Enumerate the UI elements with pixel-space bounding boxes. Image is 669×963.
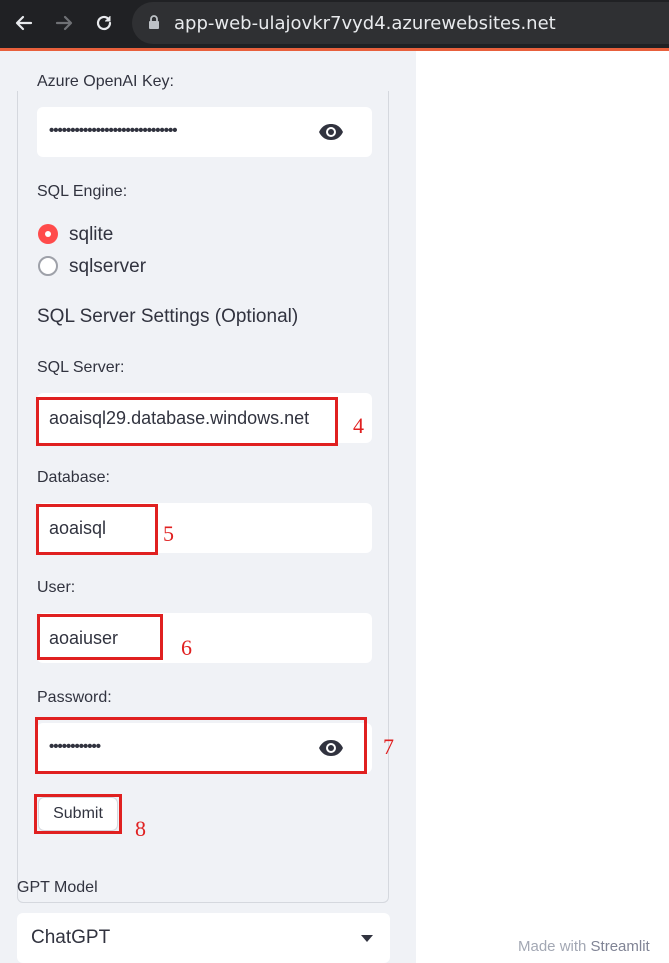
footer-prefix: Made with xyxy=(518,938,587,955)
password-label: Password: xyxy=(37,689,112,706)
url-text: app-web-ulajovkr7vyd4.azurewebsites.net xyxy=(174,13,556,34)
radio-sqlite-label[interactable]: sqlite xyxy=(69,224,113,246)
address-bar[interactable]: app-web-ulajovkr7vyd4.azurewebsites.net xyxy=(132,2,669,44)
radio-sqlserver[interactable] xyxy=(38,256,58,276)
annotation-number-6: 6 xyxy=(181,635,192,660)
sql-settings-title: SQL Server Settings (Optional) xyxy=(37,306,299,327)
annotation-box-submit xyxy=(34,794,122,834)
annotation-box-database xyxy=(36,504,158,555)
footer-brand-link[interactable]: Streamlit xyxy=(591,938,650,955)
eye-icon[interactable] xyxy=(318,123,344,141)
annotation-number-7: 7 xyxy=(383,734,394,759)
browser-toolbar: app-web-ulajovkr7vyd4.azurewebsites.net xyxy=(0,0,669,48)
annotation-number-5: 5 xyxy=(163,521,174,546)
annotation-box-user xyxy=(37,614,163,660)
radio-sqlserver-label[interactable]: sqlserver xyxy=(69,256,146,278)
annotation-box-sql-server xyxy=(36,397,338,446)
forward-arrow-icon[interactable] xyxy=(51,10,77,36)
gpt-model-value: ChatGPT xyxy=(31,927,111,948)
user-label: User: xyxy=(37,579,76,596)
annotation-number-4: 4 xyxy=(353,413,364,438)
settings-form xyxy=(17,91,389,903)
chevron-down-icon[interactable] xyxy=(361,935,373,942)
annotation-number-8: 8 xyxy=(135,816,146,841)
radio-sqlite[interactable] xyxy=(38,224,58,244)
sql-engine-label: SQL Engine: xyxy=(37,183,128,200)
footer: Made with Streamlit xyxy=(518,938,650,955)
openai-key-label: Azure OpenAI Key: xyxy=(37,73,174,90)
gpt-model-label: GPT Model xyxy=(17,879,98,896)
sql-server-label: SQL Server: xyxy=(37,359,125,376)
openai-key-input[interactable]: •••••••••••••••••••••••••••••• xyxy=(37,107,372,157)
gpt-model-select[interactable]: ChatGPT xyxy=(17,913,390,963)
annotation-box-password xyxy=(35,717,367,774)
reload-icon[interactable] xyxy=(91,10,117,36)
back-arrow-icon[interactable] xyxy=(11,10,37,36)
database-label: Database: xyxy=(37,469,110,486)
lock-icon[interactable] xyxy=(148,15,160,35)
openai-key-value: •••••••••••••••••••••••••••••• xyxy=(49,122,178,139)
